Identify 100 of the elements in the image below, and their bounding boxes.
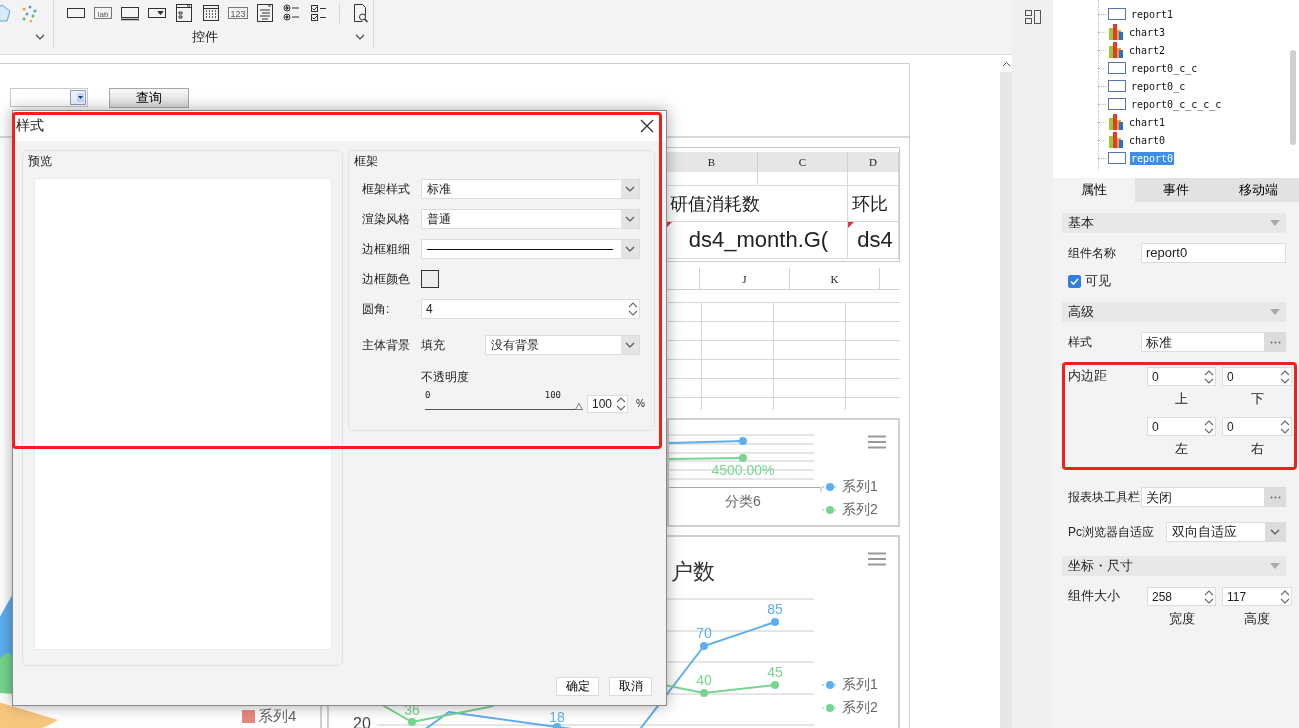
section-header[interactable]: 坐标・尺寸 [1062, 556, 1286, 576]
tree-item[interactable]: chart2 [1128, 43, 1167, 57]
number-field[interactable]: 100 [587, 395, 628, 413]
field-label: 渲染风格 [362, 210, 411, 228]
checkbox[interactable] [1068, 274, 1081, 288]
tree-item[interactable]: chart1 [1128, 115, 1167, 129]
dropdown[interactable]: 标准 [421, 179, 640, 199]
close-button[interactable] [640, 119, 654, 133]
dropdown[interactable]: 普通 [421, 209, 640, 229]
number-field[interactable]: 0 [1222, 367, 1292, 386]
combo-field[interactable] [10, 88, 88, 107]
tree-item[interactable]: report1 [1130, 7, 1175, 21]
rectangle-icon [1108, 80, 1126, 92]
window-icon[interactable] [174, 3, 194, 24]
expand-icon [355, 33, 365, 40]
field-caption: 右 [1249, 440, 1265, 458]
bar-chart-icon [1108, 132, 1124, 148]
stepper-icon[interactable] [615, 395, 627, 413]
text-field[interactable]: 关闭 [1141, 487, 1265, 507]
data-label: 40 [696, 672, 712, 688]
calendar-icon[interactable] [201, 3, 221, 24]
data-label: 18 [549, 709, 565, 725]
menu-icon[interactable] [868, 552, 886, 566]
field-label: 边框粗细 [362, 240, 411, 258]
tree-item[interactable]: report0_c_c_c_c [1130, 97, 1223, 111]
legend-label[interactable]: 系列4 [258, 707, 297, 726]
group-label: 框架 [353, 153, 379, 170]
scroll-up-icon[interactable] [1001, 60, 1011, 67]
line-style-dropdown[interactable] [421, 239, 640, 259]
caret-icon [1270, 309, 1280, 315]
text-area-icon[interactable] [255, 3, 275, 24]
column-header: B [707, 156, 716, 168]
field-label: 圆角: [362, 300, 391, 318]
section-header[interactable]: 高级 [1062, 302, 1286, 322]
query-button[interactable]: 查询 [109, 88, 189, 108]
number-field[interactable]: 0 [1147, 417, 1216, 436]
field-caption: 上 [1174, 390, 1189, 408]
data-label: 45 [767, 664, 783, 680]
data-label: 70 [696, 625, 712, 641]
dropdown[interactable]: 没有背景 [485, 335, 640, 355]
stepper-icon[interactable] [627, 300, 639, 318]
field-label: 主体背景 [362, 336, 411, 354]
column-header: J [742, 272, 747, 285]
menu-icon[interactable] [868, 435, 886, 449]
tree-item[interactable]: report0_c [1130, 79, 1187, 93]
property-label: 内边距 [1068, 367, 1108, 385]
more-icon [1270, 340, 1281, 344]
layout-icon[interactable] [1024, 10, 1041, 24]
tab[interactable]: 属性 [1053, 178, 1135, 202]
tab[interactable]: 事件 [1135, 178, 1217, 202]
category-label: 分类6 [725, 493, 761, 511]
chevron-down-icon [1270, 529, 1280, 535]
tab[interactable]: 移动端 [1217, 178, 1299, 202]
text-field[interactable]: report0 [1141, 243, 1286, 263]
property-label: Pc浏览器自适应 [1068, 523, 1155, 541]
color-swatch[interactable] [421, 270, 439, 288]
field-caption: 下 [1249, 390, 1265, 408]
property-label: 组件名称 [1068, 244, 1117, 262]
dialog-title: 样式 [16, 117, 44, 135]
slider-thumb[interactable] [575, 403, 583, 410]
legend-label[interactable]: 系列1 [842, 478, 878, 496]
tree-item[interactable]: chart3 [1128, 25, 1167, 39]
field-caption: 宽度 [1167, 610, 1196, 628]
number-field[interactable]: 4 [421, 299, 640, 319]
dropdown[interactable]: 双向自适应 [1166, 522, 1286, 542]
more-icon [1270, 495, 1281, 499]
number-field[interactable]: 0 [1147, 367, 1216, 386]
table-cell-text: 研值消耗数 [670, 192, 760, 216]
dialog-button[interactable]: 确定 [556, 677, 599, 696]
chevron-down-icon [625, 216, 635, 222]
section-header[interactable]: 基本 [1062, 213, 1286, 233]
bar-chart-icon [1108, 42, 1124, 58]
legend-label[interactable]: 系列2 [842, 501, 878, 519]
radio-list-icon[interactable] [282, 3, 302, 24]
bar-chart-icon [1108, 24, 1124, 40]
tree-item[interactable]: report0_c_c [1130, 61, 1199, 75]
scrollbar[interactable] [1290, 50, 1296, 145]
number-field[interactable]: 0 [1222, 417, 1292, 436]
property-label: 样式 [1068, 333, 1093, 351]
table-cell: ds4 [857, 227, 893, 253]
dropdown-icon[interactable] [69, 89, 87, 106]
column-header: C [798, 156, 807, 168]
property-label: 组件大小 [1068, 587, 1121, 605]
number-field[interactable]: 117 [1222, 587, 1292, 606]
legend-label[interactable]: 系列1 [842, 676, 878, 694]
slider-max-label: 100 [544, 390, 561, 400]
field-label: 框架样式 [362, 180, 411, 198]
group-label: 预览 [27, 153, 53, 170]
tree-item[interactable]: chart0 [1128, 133, 1167, 147]
dialog-button[interactable]: 取消 [609, 677, 652, 696]
text-field[interactable]: 标准 [1141, 332, 1265, 352]
legend-label[interactable]: 系列2 [842, 699, 878, 717]
slider[interactable]: 0 100 [425, 390, 579, 410]
table-cell: ds4_month.G( [688, 227, 829, 253]
number-field[interactable]: 258 [1147, 587, 1216, 606]
field-label: 边框颜色 [362, 270, 411, 288]
chevron-down-icon [625, 342, 635, 348]
column-header: K [830, 272, 839, 285]
checkbox-list-icon[interactable] [309, 3, 329, 24]
caret-icon [1270, 220, 1280, 226]
